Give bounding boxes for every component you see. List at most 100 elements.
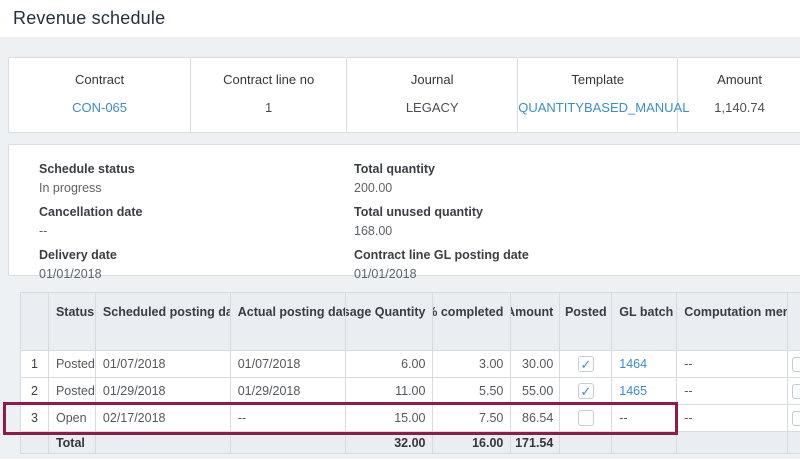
amount-cell: 30.00: [511, 351, 560, 377]
table-header-row: Status Scheduled posting date Actual pos…: [21, 293, 800, 351]
posted-checkbox[interactable]: ✓: [578, 356, 594, 372]
pct-completed-cell: 3.00: [433, 351, 511, 377]
usage-qty-cell: 6.00: [346, 351, 434, 377]
status-cell: Posted: [49, 378, 96, 404]
status-cell: Open: [49, 405, 96, 431]
field-delivery-date: Delivery date 01/01/2018: [39, 248, 354, 281]
scheduled-date-cell: 02/17/2018: [96, 405, 231, 431]
actual-date-cell: --: [231, 405, 346, 431]
gl-batch-cell: 1465: [612, 378, 677, 404]
summary-label: Amount: [678, 72, 800, 87]
gl-batch-cell: --: [612, 405, 677, 431]
posted-cell: ✓: [560, 351, 612, 377]
header-gl-batch: GL batch: [612, 293, 677, 350]
field-label: Delivery date: [39, 248, 354, 262]
header-actual-posting-date: Actual posting date: [231, 293, 346, 350]
summary-field-contract: Contract CON-065: [9, 58, 191, 132]
gl-batch-link[interactable]: 1465: [619, 384, 647, 398]
amount-cell: 86.54: [511, 405, 560, 431]
row-action-button[interactable]: [792, 384, 800, 399]
header-usage-quantity: Usage Quantity: [346, 293, 434, 350]
usage-qty-cell: 11.00: [346, 378, 434, 404]
field-value: 200.00: [354, 181, 800, 195]
table-total-row: Total 32.00 16.00 171.54: [21, 432, 800, 454]
header-computation-memo: Computation memo: [677, 293, 788, 350]
table-row-1: 1 Posted 01/07/2018 01/07/2018 6.00 3.00…: [21, 351, 800, 378]
header-status: Status: [49, 293, 96, 350]
scheduled-date-cell: 01/29/2018: [96, 378, 231, 404]
actual-date-cell: 01/29/2018: [231, 378, 346, 404]
details-right-column: Total quantity 200.00 Total unused quant…: [354, 162, 800, 275]
posted-checkbox-unchecked[interactable]: [578, 410, 594, 426]
summary-field-journal: Journal LEGACY: [347, 58, 518, 132]
summary-label: Contract line no: [191, 72, 346, 87]
header-posted: Posted: [560, 293, 612, 350]
field-value: --: [39, 224, 354, 238]
field-value: 01/01/2018: [354, 267, 800, 281]
status-cell: Posted: [49, 351, 96, 377]
field-total-quantity: Total quantity 200.00: [354, 162, 800, 195]
page-title: Revenue schedule: [13, 8, 800, 29]
scheduled-date-cell: 01/07/2018: [96, 351, 231, 377]
row-action-button[interactable]: [792, 357, 800, 372]
usage-qty-cell: 15.00: [346, 405, 434, 431]
total-row-number: [21, 432, 49, 453]
summary-field-contract-line-no: Contract line no 1: [191, 58, 347, 132]
field-contract-line-gl-posting-date: Contract line GL posting date 01/01/2018: [354, 248, 800, 281]
field-value: In progress: [39, 181, 354, 195]
contract-link[interactable]: CON-065: [9, 100, 190, 115]
amount-value: 1,140.74: [678, 100, 800, 115]
row-number: 1: [21, 351, 49, 377]
row-number: 2: [21, 378, 49, 404]
header-row-number: [21, 293, 49, 350]
header-scheduled-posting-date: Scheduled posting date: [96, 293, 231, 350]
details-left-column: Schedule status In progress Cancellation…: [39, 162, 354, 275]
contract-line-no-value: 1: [191, 100, 346, 115]
field-label: Total quantity: [354, 162, 800, 176]
row-number: 3: [21, 405, 49, 431]
actions-cell: [788, 405, 800, 431]
checkmark-icon: ✓: [580, 385, 591, 398]
field-cancellation-date: Cancellation date --: [39, 205, 354, 238]
summary-field-amount: Amount 1,140.74: [678, 58, 800, 132]
summary-card: Contract CON-065 Contract line no 1 Jour…: [8, 57, 800, 133]
field-value: 168.00: [354, 224, 800, 238]
total-label: Total: [49, 432, 96, 453]
memo-cell: --: [677, 405, 788, 431]
header-pct-completed: % completed: [433, 293, 511, 350]
gl-batch-link[interactable]: 1464: [619, 357, 647, 371]
pct-completed-cell: 5.50: [433, 378, 511, 404]
amount-cell: 55.00: [511, 378, 560, 404]
summary-field-template: Template QUANTITYBASED_MANUAL: [518, 58, 678, 132]
header-actions: [788, 293, 800, 350]
template-link[interactable]: QUANTITYBASED_MANUAL: [518, 100, 677, 115]
memo-cell: --: [677, 378, 788, 404]
total-usage-qty: 32.00: [346, 432, 434, 453]
summary-label: Template: [518, 72, 677, 87]
table-row-3-highlighted: 3 Open 02/17/2018 -- 15.00 7.50 86.54 --…: [21, 405, 800, 432]
summary-label: Journal: [347, 72, 517, 87]
posted-checkbox[interactable]: ✓: [578, 383, 594, 399]
actions-cell: [788, 351, 800, 377]
field-label: Schedule status: [39, 162, 354, 176]
table-row-2: 2 Posted 01/29/2018 01/29/2018 11.00 5.5…: [21, 378, 800, 405]
field-value: 01/01/2018: [39, 267, 354, 281]
field-label: Contract line GL posting date: [354, 248, 800, 262]
summary-label: Contract: [9, 72, 190, 87]
posted-cell: [560, 405, 612, 431]
field-total-unused-quantity: Total unused quantity 168.00: [354, 205, 800, 238]
total-pct-completed: 16.00: [433, 432, 511, 453]
details-card: Schedule status In progress Cancellation…: [8, 144, 800, 276]
journal-value: LEGACY: [347, 100, 517, 115]
pct-completed-cell: 7.50: [433, 405, 511, 431]
actions-cell: [788, 378, 800, 404]
field-schedule-status: Schedule status In progress: [39, 162, 354, 195]
total-amount: 171.54: [511, 432, 560, 453]
row-action-button[interactable]: [792, 411, 800, 426]
schedule-table: Status Scheduled posting date Actual pos…: [20, 292, 800, 454]
posted-cell: ✓: [560, 378, 612, 404]
field-label: Total unused quantity: [354, 205, 800, 219]
title-bar: Revenue schedule: [0, 0, 800, 37]
memo-cell: --: [677, 351, 788, 377]
field-label: Cancellation date: [39, 205, 354, 219]
